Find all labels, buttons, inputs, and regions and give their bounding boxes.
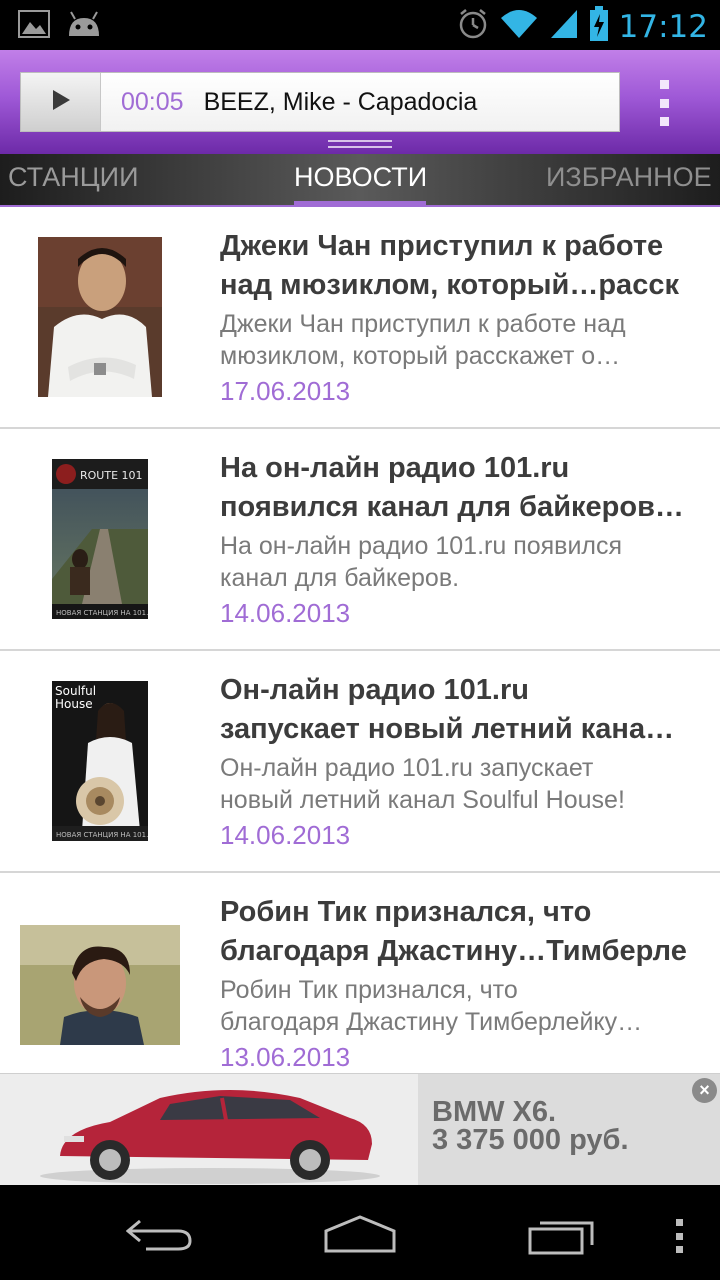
news-headline: Джеки Чан приступил к работе [220, 230, 664, 262]
overflow-menu-icon [659, 80, 669, 89]
news-headline: благодаря Джастину…Тимберле [220, 935, 687, 967]
news-thumbnail [38, 237, 162, 397]
news-summary: мюзиклом, который расскажет о… [220, 342, 621, 370]
back-icon[interactable] [125, 1215, 194, 1258]
close-icon[interactable]: × [692, 1078, 717, 1103]
player-bar: 00:05 BEEZ, Mike - Capadocia [0, 50, 720, 154]
news-headline: На он-лайн радио 101.ru [220, 452, 570, 484]
picture-icon [18, 10, 50, 43]
navigation-bar [0, 1185, 720, 1280]
tab-favorites[interactable]: ИЗБРАННОЕ [546, 162, 712, 193]
list-item[interactable]: Робин Тик признался, что благодаря Джаст… [0, 873, 720, 1073]
news-list[interactable]: Джеки Чан приступил к работе над мюзикло… [0, 207, 720, 1073]
news-date: 14.06.2013 [220, 820, 351, 850]
ad-price: 3 375 000 руб. [432, 1124, 629, 1156]
wifi-icon [499, 8, 539, 45]
news-thumbnail [20, 925, 180, 1045]
news-summary: Робин Тик признался, что [220, 976, 518, 1004]
recent-apps-icon[interactable] [526, 1215, 598, 1260]
news-headline: Робин Тик признался, что [220, 896, 592, 928]
list-item[interactable]: ROUTE 101 НОВАЯ СТАНЦИЯ НА 101.RU На он-… [0, 429, 720, 651]
news-summary: новый летний канал Soulful House! [220, 786, 625, 814]
news-date: 14.06.2013 [220, 598, 351, 628]
android-icon [66, 10, 102, 43]
menu-icon[interactable] [676, 1219, 684, 1253]
home-icon[interactable] [322, 1213, 398, 1258]
now-playing[interactable]: 00:05 BEEZ, Mike - Capadocia [20, 72, 620, 132]
alarm-icon [457, 8, 489, 45]
news-thumbnail: ROUTE 101 НОВАЯ СТАНЦИЯ НА 101.RU [52, 459, 148, 619]
tab-bar: СТАНЦИИ НОВОСТИ ИЗБРАННОЕ [0, 154, 720, 206]
play-icon [51, 89, 71, 116]
news-headline: появился канал для байкеров… [220, 491, 684, 523]
list-item[interactable]: Джеки Чан приступил к работе над мюзикло… [0, 207, 720, 429]
tab-stations[interactable]: СТАНЦИИ [8, 162, 139, 193]
news-headline: запускает новый летний кана… [220, 713, 675, 745]
elapsed-time: 00:05 [121, 87, 184, 116]
drag-handle[interactable] [328, 140, 392, 152]
news-summary: На он-лайн радио 101.ru появился [220, 532, 623, 560]
news-thumbnail: Soulful House НОВАЯ СТАНЦИЯ НА 101.RU [52, 681, 148, 841]
track-title: BEEZ, Mike - Capadocia [203, 87, 478, 116]
ad-banner[interactable]: BMW X6. 3 375 000 руб. × [0, 1073, 720, 1186]
play-button[interactable] [21, 73, 101, 131]
overflow-menu-button[interactable] [652, 80, 676, 126]
news-headline: над мюзиклом, который…расск [220, 269, 679, 301]
news-summary: благодаря Джастину Тимберлейку… [220, 1008, 643, 1036]
news-date: 13.06.2013 [220, 1042, 351, 1072]
thumb-text: House [55, 697, 93, 711]
news-summary: Джеки Чан приступил к работе над [220, 310, 626, 338]
list-item[interactable]: Soulful House НОВАЯ СТАНЦИЯ НА 101.RU Он… [0, 651, 720, 873]
thumb-text: ROUTE 101 [80, 469, 143, 482]
ad-car-image [0, 1074, 418, 1186]
thumb-caption: НОВАЯ СТАНЦИЯ НА 101.RU [56, 831, 148, 839]
battery-charging-icon [589, 6, 609, 47]
news-summary: канал для байкеров. [220, 564, 460, 592]
news-headline: Он-лайн радио 101.ru [220, 674, 529, 706]
tab-news[interactable]: НОВОСТИ [294, 162, 427, 193]
news-date: 17.06.2013 [220, 376, 351, 406]
status-time: 17:12 [618, 8, 708, 45]
status-bar: 17:12 [0, 0, 720, 50]
thumb-text: Soulful [55, 684, 96, 698]
signal-icon [549, 8, 579, 45]
news-summary: Он-лайн радио 101.ru запускает [220, 754, 594, 782]
thumb-caption: НОВАЯ СТАНЦИЯ НА 101.RU [56, 609, 148, 617]
